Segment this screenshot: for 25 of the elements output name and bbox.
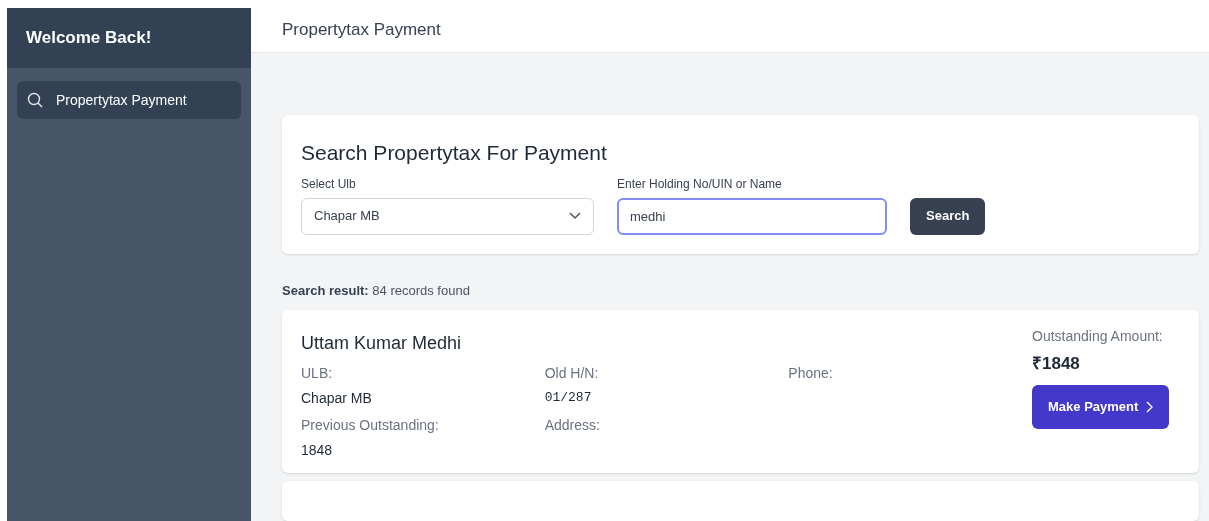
search-input[interactable]: medhi <box>617 197 887 235</box>
field-label: Phone: <box>788 364 834 383</box>
card-title: Search Propertytax For Payment <box>301 140 608 166</box>
owner-name: Uttam Kumar Medhi <box>301 332 463 355</box>
field-label: Select Ulb <box>301 175 357 193</box>
chevron-right-icon <box>1146 400 1154 413</box>
ulb-dropdown[interactable]: Chapar MB <box>301 197 594 235</box>
field-value: 01/287 <box>544 389 593 407</box>
sidebar-item[interactable]: Propertytax Payment <box>17 81 241 119</box>
search-result-summary: Search result: 84 records found <box>282 282 470 298</box>
search-icon <box>27 92 43 108</box>
field-label: Outstanding Amount: <box>1032 327 1163 346</box>
make-payment-button[interactable]: Make Payment <box>1032 384 1170 429</box>
page-title: Propertytax Payment <box>282 19 441 42</box>
search-button[interactable]: Search <box>910 197 986 235</box>
field-label: Previous Outstanding: <box>301 416 440 435</box>
chevron-down-icon <box>569 212 581 220</box>
field-value: 1848 <box>301 441 334 460</box>
field-value: Chapar MB <box>301 389 373 408</box>
sidebar-title: Welcome Back! <box>26 27 152 50</box>
field-label: ULB: <box>301 364 334 383</box>
outstanding-amount: ₹1848 <box>1032 353 1080 375</box>
field-label: Old H/N: <box>544 364 600 383</box>
field-label: Enter Holding No/UIN or Name <box>617 175 783 193</box>
field-label: Address: <box>544 416 601 435</box>
